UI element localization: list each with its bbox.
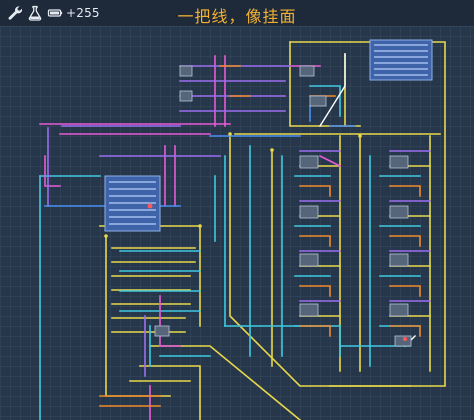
- circuit-board: [39, 39, 446, 420]
- gate-node: [389, 205, 409, 219]
- top-bar: +255 一把线，像挂面: [0, 0, 474, 27]
- white-wire-group: [319, 53, 416, 347]
- gate-node: [299, 253, 319, 267]
- gate-clusters: [154, 65, 412, 347]
- gate-node: [299, 205, 319, 219]
- gate-node: [299, 65, 315, 77]
- junction-dots: [147, 203, 407, 341]
- junction-dot: [403, 337, 407, 341]
- gate-node: [389, 155, 409, 169]
- gate-node: [389, 303, 409, 317]
- level-title: 一把线，像挂面: [177, 7, 297, 26]
- gate-node: [154, 325, 170, 337]
- junction-dot: [147, 203, 153, 209]
- gate-node: [299, 155, 319, 169]
- gate-node: [394, 335, 412, 347]
- gate-node: [299, 303, 319, 317]
- orange-wire-group: [99, 65, 421, 407]
- gate-node: [309, 95, 327, 107]
- gate-node: [389, 253, 409, 267]
- gate-node: [179, 65, 193, 77]
- gate-node: [179, 90, 193, 102]
- circuit-canvas[interactable]: [0, 26, 474, 420]
